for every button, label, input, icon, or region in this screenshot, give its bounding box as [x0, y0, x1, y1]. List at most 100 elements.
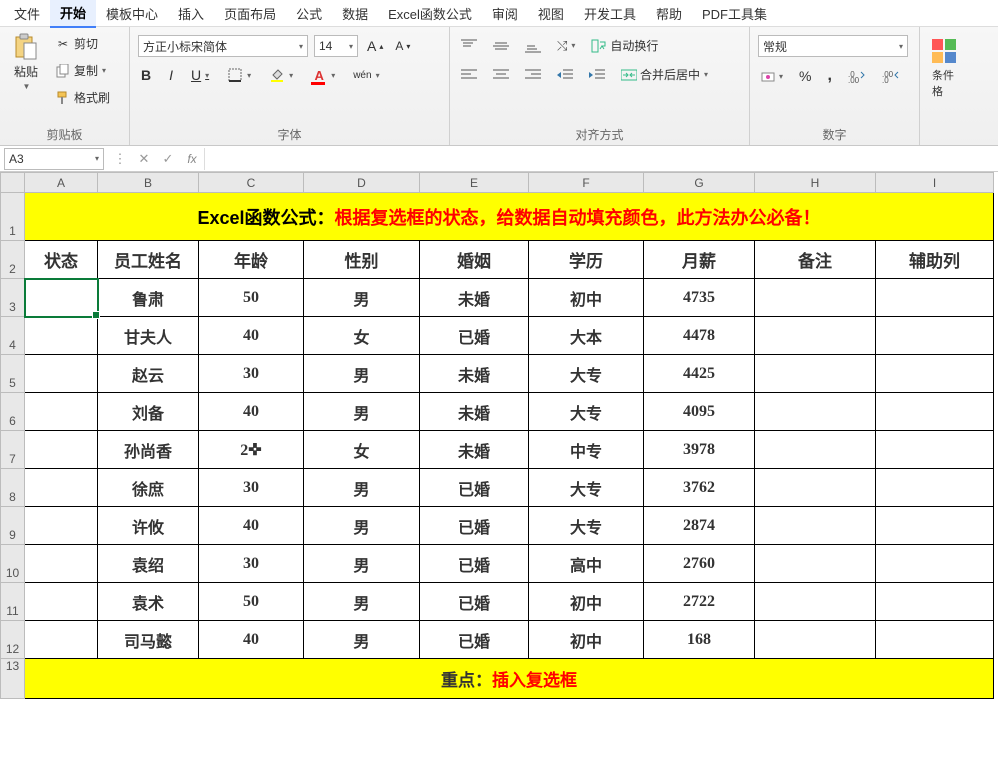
data-cell[interactable]: 中专 — [529, 431, 644, 469]
col-header[interactable]: D — [304, 173, 420, 193]
data-cell[interactable] — [25, 621, 98, 659]
menu-item[interactable]: Excel函数公式 — [378, 0, 482, 27]
fill-color-button[interactable]: ▾ — [266, 65, 296, 85]
menu-item[interactable]: 数据 — [332, 0, 378, 27]
data-cell[interactable]: 30 — [199, 545, 304, 583]
data-cell[interactable]: 2760 — [644, 545, 755, 583]
row-header[interactable]: 12 — [1, 621, 25, 659]
bold-button[interactable]: B — [138, 65, 154, 85]
name-box[interactable]: A3▾ — [4, 148, 104, 170]
data-cell[interactable]: 未婚 — [420, 355, 529, 393]
copy-button[interactable]: 复制▾ — [52, 60, 113, 81]
cancel-formula-button[interactable]: ✕ — [132, 147, 156, 171]
row-header[interactable]: 8 — [1, 469, 25, 507]
data-cell[interactable] — [25, 583, 98, 621]
data-cell[interactable] — [876, 469, 994, 507]
data-cell[interactable]: 未婚 — [420, 431, 529, 469]
data-cell[interactable] — [876, 317, 994, 355]
align-left-button[interactable] — [458, 67, 480, 83]
data-cell[interactable] — [25, 469, 98, 507]
data-cell[interactable] — [755, 583, 876, 621]
data-cell[interactable]: 50 — [199, 583, 304, 621]
row-header[interactable]: 6 — [1, 393, 25, 431]
data-cell[interactable]: 男 — [304, 545, 420, 583]
align-center-button[interactable] — [490, 67, 512, 83]
data-cell[interactable] — [25, 545, 98, 583]
header-cell[interactable]: 年龄 — [199, 241, 304, 279]
col-header[interactable]: I — [876, 173, 994, 193]
menu-item[interactable]: 开发工具 — [574, 0, 646, 27]
data-cell[interactable] — [25, 355, 98, 393]
data-cell[interactable]: 初中 — [529, 621, 644, 659]
comma-button[interactable]: , — [824, 65, 834, 87]
data-cell[interactable]: 2✜ — [199, 431, 304, 469]
data-cell[interactable]: 40 — [199, 621, 304, 659]
data-cell[interactable] — [755, 279, 876, 317]
data-cell[interactable] — [876, 621, 994, 659]
data-cell[interactable] — [876, 355, 994, 393]
data-cell[interactable]: 女 — [304, 431, 420, 469]
font-family-select[interactable]: 方正小标宋简体▾ — [138, 35, 308, 57]
data-cell[interactable] — [876, 507, 994, 545]
data-cell[interactable]: 大专 — [529, 393, 644, 431]
row-header[interactable]: 4 — [1, 317, 25, 355]
data-cell[interactable] — [755, 545, 876, 583]
format-painter-button[interactable]: 格式刷 — [52, 87, 113, 108]
fx-button[interactable]: fx — [180, 147, 204, 171]
header-cell[interactable]: 状态 — [25, 241, 98, 279]
decrease-font-button[interactable]: A▾ — [392, 37, 413, 55]
accept-formula-button[interactable]: ✓ — [156, 147, 180, 171]
data-cell[interactable]: 男 — [304, 507, 420, 545]
wrap-text-button[interactable]: 自动换行 — [588, 35, 661, 56]
data-cell[interactable]: 初中 — [529, 583, 644, 621]
col-header[interactable]: H — [755, 173, 876, 193]
data-cell[interactable] — [876, 431, 994, 469]
data-cell[interactable]: 已婚 — [420, 469, 529, 507]
menu-item[interactable]: 模板中心 — [96, 0, 168, 27]
data-cell[interactable] — [25, 279, 98, 317]
menu-item[interactable]: 文件 — [4, 0, 50, 27]
row-header[interactable]: 7 — [1, 431, 25, 469]
menu-item[interactable]: 审阅 — [482, 0, 528, 27]
spreadsheet-grid[interactable]: A B C D E F G H I 1 Excel函数公式：根据复选框的状态，给… — [0, 172, 998, 767]
row-header[interactable]: 9 — [1, 507, 25, 545]
data-cell[interactable] — [755, 469, 876, 507]
data-cell[interactable]: 未婚 — [420, 279, 529, 317]
increase-decimal-button[interactable]: .0.00 — [845, 67, 869, 85]
data-cell[interactable]: 30 — [199, 469, 304, 507]
data-cell[interactable]: 4478 — [644, 317, 755, 355]
title-cell[interactable]: Excel函数公式：根据复选框的状态，给数据自动填充颜色，此方法办公必备！ — [25, 193, 994, 241]
col-header[interactable]: C — [199, 173, 304, 193]
data-cell[interactable]: 男 — [304, 355, 420, 393]
percent-button[interactable]: % — [796, 66, 814, 86]
data-cell[interactable]: 男 — [304, 583, 420, 621]
font-color-button[interactable]: A▾ — [308, 65, 338, 85]
header-cell[interactable]: 备注 — [755, 241, 876, 279]
col-header[interactable]: F — [529, 173, 644, 193]
header-cell[interactable]: 月薪 — [644, 241, 755, 279]
data-cell[interactable]: 未婚 — [420, 393, 529, 431]
col-header[interactable]: G — [644, 173, 755, 193]
data-cell[interactable]: 赵云 — [98, 355, 199, 393]
decrease-decimal-button[interactable]: .00.0 — [879, 67, 903, 85]
header-cell[interactable]: 婚姻 — [420, 241, 529, 279]
data-cell[interactable]: 许攸 — [98, 507, 199, 545]
increase-font-button[interactable]: A▴ — [364, 36, 386, 56]
font-size-select[interactable]: 14▾ — [314, 35, 358, 57]
data-cell[interactable]: 男 — [304, 469, 420, 507]
data-cell[interactable]: 已婚 — [420, 621, 529, 659]
data-cell[interactable] — [25, 507, 98, 545]
data-cell[interactable]: 4735 — [644, 279, 755, 317]
data-cell[interactable]: 3762 — [644, 469, 755, 507]
data-cell[interactable]: 已婚 — [420, 583, 529, 621]
data-cell[interactable]: 男 — [304, 393, 420, 431]
phonetic-button[interactable]: wén▾ — [350, 68, 382, 83]
data-cell[interactable]: 袁绍 — [98, 545, 199, 583]
align-middle-button[interactable] — [490, 37, 512, 55]
data-cell[interactable]: 4425 — [644, 355, 755, 393]
col-header[interactable]: B — [98, 173, 199, 193]
data-cell[interactable] — [755, 621, 876, 659]
data-cell[interactable]: 已婚 — [420, 545, 529, 583]
data-cell[interactable] — [755, 317, 876, 355]
data-cell[interactable]: 徐庶 — [98, 469, 199, 507]
